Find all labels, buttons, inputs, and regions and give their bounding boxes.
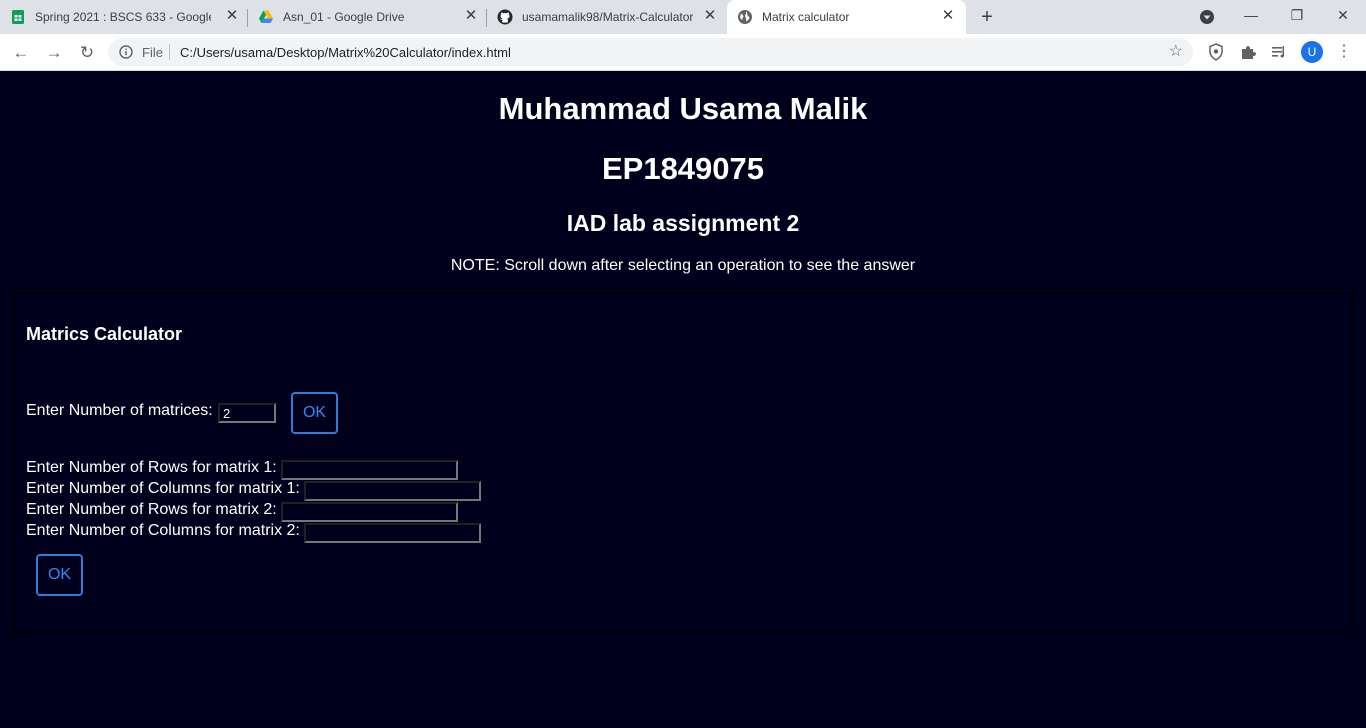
close-icon[interactable]: ✕ [463,8,479,24]
tab-matrix-calculator[interactable]: Matrix calculator ✕ [727,0,966,34]
github-icon [497,9,513,25]
scroll-note: NOTE: Scroll down after selecting an ope… [450,257,916,274]
profile-avatar[interactable]: U [1301,41,1323,63]
browser-toolbar: ← → ↻ File C:/Users/usama/Desktop/Matrix… [0,34,1366,71]
close-icon[interactable]: ✕ [224,8,240,24]
extensions-puzzle-icon[interactable] [1238,42,1258,62]
matrix-calculator-panel: Matrics Calculator Enter Number of matri… [13,292,1353,633]
tab-title: usamamalik98/Matrix-Calculator [522,10,694,24]
restore-icon[interactable]: ❐ [1274,0,1320,34]
media-queue-icon[interactable] [1269,42,1289,62]
google-drive-icon [259,10,273,23]
tab-title: Asn_01 - Google Drive [283,10,405,24]
rows-matrix-1-input[interactable] [281,460,458,480]
num-matrices-ok-button[interactable]: OK [291,392,338,434]
close-icon[interactable]: ✕ [702,8,718,24]
bookmark-star-icon[interactable]: ☆ [1169,43,1183,61]
page-content: Muhammad Usama Malik EP1849075 IAD lab a… [0,71,1366,728]
columns-matrix-1-label: Enter Number of Columns for matrix 1: [26,480,300,497]
minimize-icon[interactable]: — [1228,0,1274,34]
num-matrices-input[interactable] [218,403,276,423]
address-scheme-label: File [142,45,163,60]
forward-icon[interactable]: → [42,41,66,65]
shield-extension-icon[interactable] [1206,42,1226,62]
new-tab-icon[interactable]: + [977,7,997,27]
tab-strip: Spring 2021 : BSCS 633 - Google ✕ Asn_01… [0,0,1366,34]
page-title-id: EP1849075 [601,151,765,186]
globe-icon [738,10,752,24]
calculator-title: Matrics Calculator [26,324,183,344]
google-sheets-icon [12,10,24,24]
num-matrices-label: Enter Number of matrices: [26,402,213,419]
tab-title: Matrix calculator [762,10,850,24]
rows-matrix-2-input[interactable] [281,502,458,522]
address-bar[interactable]: File C:/Users/usama/Desktop/Matrix%20Cal… [108,38,1193,66]
address-divider [169,44,170,60]
page-title-name: Muhammad Usama Malik [498,91,868,126]
close-icon[interactable]: ✕ [940,8,956,24]
columns-matrix-2-label: Enter Number of Columns for matrix 2: [26,522,300,539]
columns-matrix-2-input[interactable] [304,523,481,543]
tab-spring-2021[interactable]: Spring 2021 : BSCS 633 - Google ✕ [0,0,246,34]
tab-search-icon[interactable] [1199,9,1215,25]
tab-github[interactable]: usamamalik98/Matrix-Calculator ✕ [487,0,725,34]
window-close-icon[interactable]: ✕ [1320,0,1366,34]
tab-asn-01[interactable]: Asn_01 - Google Drive ✕ [248,0,486,34]
info-icon[interactable] [119,45,133,59]
reload-icon[interactable]: ↻ [75,41,99,65]
more-menu-icon[interactable]: ⋮ [1336,42,1352,62]
rows-matrix-1-label: Enter Number of Rows for matrix 1: [26,459,277,476]
rows-matrix-2-label: Enter Number of Rows for matrix 2: [26,501,277,518]
dimensions-ok-button[interactable]: OK [36,554,83,596]
assignment-heading: IAD lab assignment 2 [566,210,800,236]
address-url[interactable]: C:/Users/usama/Desktop/Matrix%20Calculat… [180,45,511,60]
tab-title: Spring 2021 : BSCS 633 - Google [35,10,211,24]
back-icon[interactable]: ← [9,41,33,65]
columns-matrix-1-input[interactable] [304,481,481,501]
